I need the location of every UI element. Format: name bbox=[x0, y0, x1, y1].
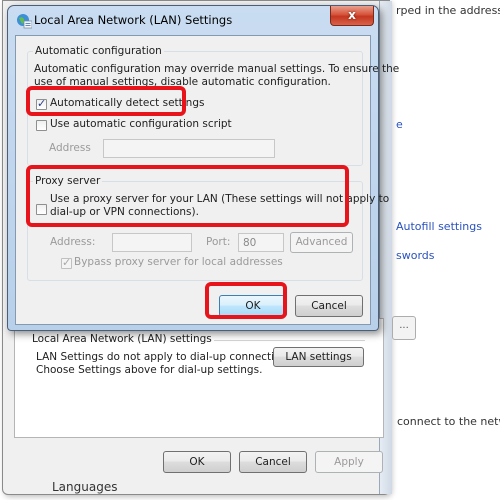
use-script-checkbox[interactable] bbox=[36, 120, 47, 131]
proxy-title: Proxy server bbox=[33, 175, 103, 187]
proxy-address-input[interactable] bbox=[112, 233, 192, 252]
use-proxy-checkbox[interactable] bbox=[36, 204, 47, 215]
auto-config-description-line2: use of manual settings, disable automati… bbox=[34, 76, 331, 88]
dialog-cancel-button[interactable]: Cancel bbox=[295, 295, 363, 317]
script-address-input[interactable] bbox=[103, 139, 275, 158]
lan-settings-dialog: Local Area Network (LAN) Settings x Auto… bbox=[7, 5, 399, 331]
dialog-title: Local Area Network (LAN) Settings bbox=[34, 13, 233, 27]
background-text-address-bar: rped in the address bar bbox=[396, 4, 500, 17]
auto-config-description: Automatic configuration may override man… bbox=[34, 63, 399, 89]
lan-group-title: Local Area Network (LAN) settings bbox=[30, 333, 214, 345]
use-proxy-label-line1: Use a proxy server for your LAN (These s… bbox=[50, 193, 390, 205]
internet-options-cancel-button[interactable]: Cancel bbox=[239, 451, 307, 473]
autofill-settings-link[interactable]: Autofill settings bbox=[396, 220, 482, 233]
lan-description: LAN Settings do not apply to dial-up con… bbox=[36, 351, 296, 377]
use-proxy-label[interactable]: Use a proxy server for your LAN (These s… bbox=[50, 193, 389, 219]
lan-description-line2: Choose Settings above for dial-up settin… bbox=[36, 364, 263, 376]
close-icon: x bbox=[348, 8, 356, 22]
proxy-port-input[interactable] bbox=[238, 233, 284, 252]
dialog-ok-button[interactable]: OK bbox=[219, 295, 287, 317]
use-script-label[interactable]: Use automatic configuration script bbox=[50, 118, 232, 130]
internet-options-apply-button[interactable]: Apply bbox=[315, 451, 383, 473]
auto-detect-checkbox[interactable] bbox=[36, 97, 47, 110]
background-text-network: connect to the netwo bbox=[397, 415, 500, 428]
auto-config-description-line1: Automatic configuration may override man… bbox=[34, 63, 400, 75]
network-settings-icon bbox=[17, 14, 32, 29]
bypass-local-checkbox[interactable] bbox=[61, 256, 72, 269]
use-proxy-label-line2: dial-up or VPN connections). bbox=[50, 206, 199, 218]
internet-options-ok-button[interactable]: OK bbox=[163, 451, 231, 473]
languages-button[interactable]: Languages bbox=[52, 480, 117, 494]
passwords-link[interactable]: swords bbox=[396, 249, 435, 262]
script-address-label: Address bbox=[49, 142, 91, 154]
bypass-local-label[interactable]: Bypass proxy server for local addresses bbox=[74, 256, 283, 268]
auto-detect-label[interactable]: Automatically detect settings bbox=[50, 97, 204, 109]
background-link-fragment[interactable]: e bbox=[396, 118, 403, 131]
proxy-address-label: Address: bbox=[50, 236, 96, 248]
background-ellipsis-button[interactable]: ... bbox=[392, 316, 416, 340]
advanced-button[interactable]: Advanced bbox=[290, 232, 353, 253]
proxy-port-label: Port: bbox=[206, 236, 231, 248]
lan-settings-button[interactable]: LAN settings bbox=[273, 347, 364, 367]
lan-description-line1: LAN Settings do not apply to dial-up con… bbox=[36, 351, 296, 363]
auto-config-title: Automatic configuration bbox=[33, 45, 164, 57]
dialog-body: Automatic configuration Automatic config… bbox=[15, 35, 399, 325]
close-button[interactable]: x bbox=[330, 6, 374, 26]
